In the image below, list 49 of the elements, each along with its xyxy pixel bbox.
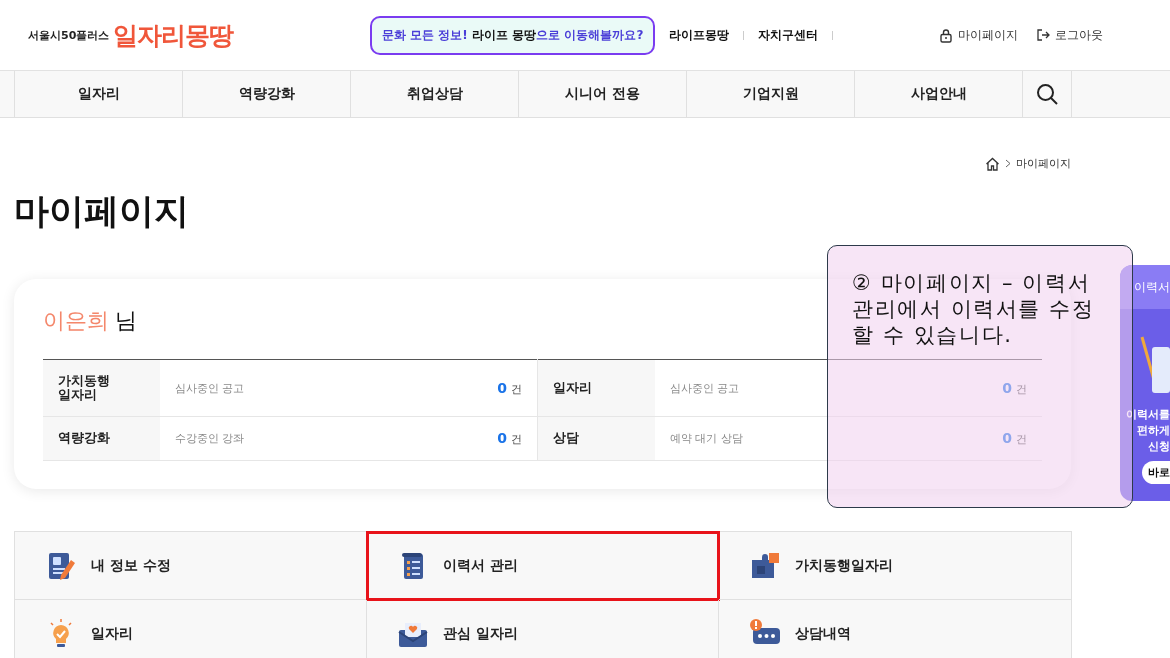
user-name: 이은희 [43,307,109,335]
count-unit: 건 [510,382,522,396]
stat-label: 일자리 [537,359,655,417]
nav-item[interactable]: 기업지원 [687,71,855,117]
count-unit: 건 [510,433,522,446]
stat-label: 역량강화 [43,416,160,461]
home-icon[interactable] [985,156,1000,171]
stat-label: 가치동행 일자리 [43,359,160,417]
stat-description: 심사중인 공고 [160,359,447,417]
page-title: 마이페이지 [14,190,190,233]
count-unit: 건 [1016,382,1027,396]
menu-tile[interactable]: 내 정보 수정 [15,532,367,600]
stat-count: 0 [497,379,507,396]
chevron-right-icon [1005,159,1011,168]
mypage-link[interactable]: 마이페이지 [939,26,1019,44]
stat-description: 예약 대기 상담 [654,416,952,461]
nav-item[interactable]: 역량강화 [183,71,351,117]
nav-item[interactable]: 일자리 [15,71,183,117]
menu-tile[interactable]: 가치동행일자리 [719,532,1071,600]
stat-count: 0 [1002,379,1012,396]
logout-icon [1036,28,1051,42]
callout-text: ② 마이페이지 – 이력서 관리에서 이력서를 수정할 수 있습니다. [852,270,1096,348]
lock-icon [939,27,954,43]
nav-item[interactable]: 시니어 전용 [519,71,687,117]
logo-subtitle: 서울시50플러스 [28,27,110,43]
menu-tile[interactable]: 관심 일자리 [367,600,719,658]
honorific-text: 님 [115,307,137,335]
logout-link[interactable]: 로그아웃 [1036,26,1104,44]
banner-title: 이력서 [1120,265,1170,309]
menu-tile[interactable]: 상담내역 [719,600,1071,658]
stat-count: 0 [497,430,507,446]
count-unit: 건 [1016,433,1027,446]
menu-tile[interactable]: 일자리 [15,600,367,658]
banner-button[interactable]: 바로 [1142,461,1170,484]
document-pencil-icon [1140,335,1170,395]
stat-label: 상담 [537,416,655,461]
banner-text: 신청 [1148,439,1170,455]
promo-link[interactable]: 문화 모든 정보! 라이프 몽땅으로 이동해볼까요? [370,15,656,55]
header-link[interactable]: 라이프몽땅 [669,26,730,44]
breadcrumb-item[interactable]: 마이페이지 [1016,156,1071,171]
nav-item[interactable]: 사업안내 [855,71,1023,117]
search-icon[interactable] [1036,83,1058,105]
menu-tile[interactable]: 이력서 관리 [367,532,719,600]
banner-text: 편하게 [1137,423,1170,439]
stat-description: 수강중인 강좌 [160,416,447,461]
header-link[interactable]: 자치구센터 [758,26,819,44]
stat-count: 0 [1002,430,1012,446]
nav-item[interactable]: 취업상담 [351,71,519,117]
stat-description: 심사중인 공고 [654,359,952,417]
